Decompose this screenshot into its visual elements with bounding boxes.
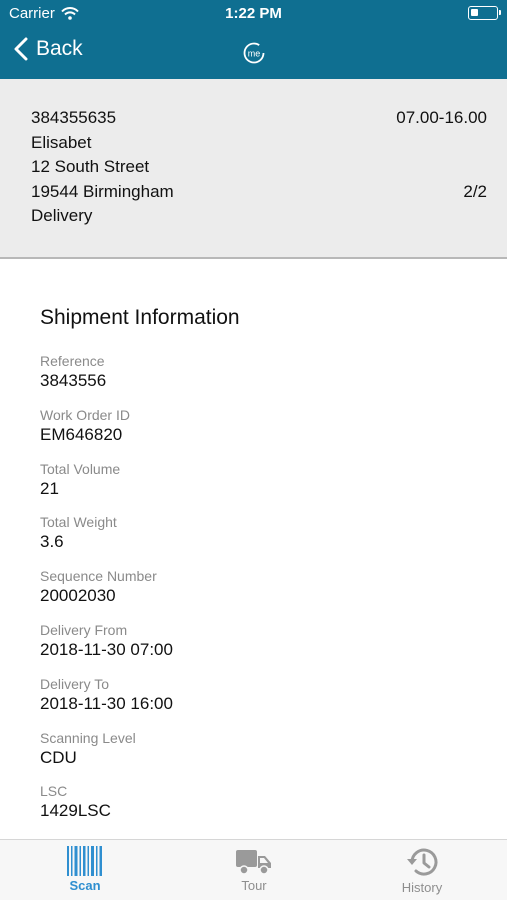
navigation-bar: Back me xyxy=(0,27,507,79)
city-postcode: 19544 Birmingham xyxy=(31,181,174,201)
field-value: 21 xyxy=(40,478,59,498)
tab-tour[interactable]: Tour xyxy=(204,846,304,893)
field-label: LSC xyxy=(40,783,68,800)
field-value: 1429LSC xyxy=(40,801,111,821)
back-label: Back xyxy=(36,37,83,60)
field-label: Work Order ID xyxy=(40,406,130,423)
field-label: Scanning Level xyxy=(40,729,136,746)
stop-details: 384355635 Elisabet 12 South Street 19544… xyxy=(31,106,174,229)
field-value: 3.6 xyxy=(40,532,64,552)
barcode-icon xyxy=(67,846,102,876)
battery-icon xyxy=(468,6,501,20)
tab-scan[interactable]: Scan xyxy=(35,846,135,893)
field-list: Reference 3843556 Work Order ID EM646820… xyxy=(40,352,173,836)
field-label: Sequence Number xyxy=(40,568,157,585)
chevron-left-icon xyxy=(14,37,28,61)
time-window: 07.00-16.00 xyxy=(396,108,487,127)
logo-text: me xyxy=(248,49,261,59)
history-icon xyxy=(407,848,438,876)
stop-count: 2/2 xyxy=(463,182,487,201)
tab-scan-label: Scan xyxy=(69,878,101,893)
tab-history[interactable]: History xyxy=(372,846,472,895)
tab-tour-label: Tour xyxy=(241,878,267,893)
field-value: 2018-11-30 07:00 xyxy=(40,639,173,659)
section-title: Shipment Information xyxy=(40,306,240,329)
field-sequence-number: Sequence Number 20002030 xyxy=(40,567,173,621)
tab-bar: Scan Tour History xyxy=(0,839,507,900)
status-bar: Carrier 1:22 PM xyxy=(0,0,507,27)
field-scanning-level: Scanning Level CDU xyxy=(40,729,173,783)
app-logo: me xyxy=(243,42,265,64)
field-reference: Reference 3843556 xyxy=(40,352,173,406)
status-time: 1:22 PM xyxy=(225,5,282,22)
field-delivery-to: Delivery To 2018-11-30 16:00 xyxy=(40,675,173,729)
field-value: CDU xyxy=(40,747,77,767)
field-value: 2018-11-30 16:00 xyxy=(40,693,173,713)
customer-name: Elisabet xyxy=(31,132,92,152)
field-label: Delivery To xyxy=(40,675,109,692)
street-address: 12 South Street xyxy=(31,157,150,176)
stop-summary-card: 384355635 Elisabet 12 South Street 19544… xyxy=(0,79,507,259)
tab-history-label: History xyxy=(401,880,443,895)
field-lsc: LSC 1429LSC xyxy=(40,782,173,836)
field-work-order-id: Work Order ID EM646820 xyxy=(40,406,173,460)
order-number: 384355635 xyxy=(31,108,117,127)
truck-icon xyxy=(236,850,271,875)
stop-type: Delivery xyxy=(31,206,93,225)
field-total-weight: Total Weight 3.6 xyxy=(40,513,173,567)
field-value: 20002030 xyxy=(40,586,116,606)
field-value: EM646820 xyxy=(40,424,123,444)
field-total-volume: Total Volume 21 xyxy=(40,460,173,514)
field-delivery-from: Delivery From 2018-11-30 07:00 xyxy=(40,621,173,675)
field-label: Total Volume xyxy=(40,460,121,477)
field-label: Total Weight xyxy=(40,514,117,531)
field-value: 3843556 xyxy=(40,371,107,390)
shipment-info-section: Shipment Information Reference 3843556 W… xyxy=(0,261,507,839)
field-label: Delivery From xyxy=(40,621,128,638)
field-label: Reference xyxy=(40,353,105,369)
back-button[interactable]: Back xyxy=(14,37,83,61)
